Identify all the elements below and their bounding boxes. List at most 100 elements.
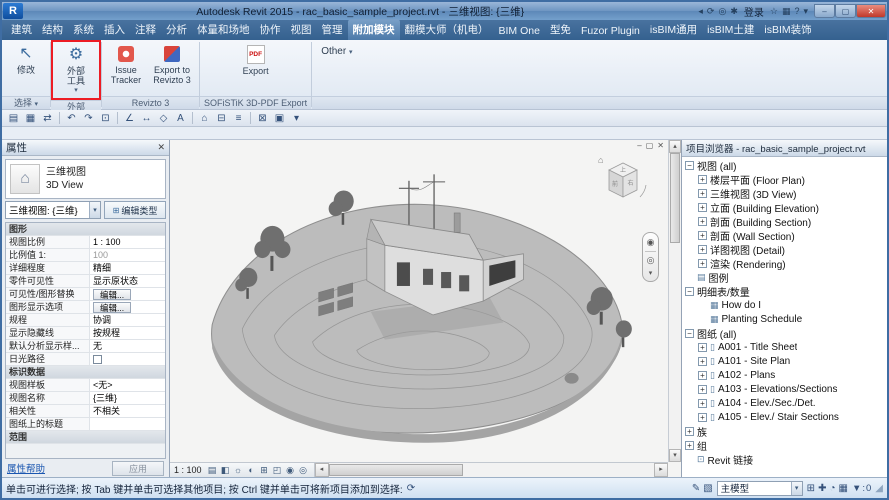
tree-item[interactable]: +▯A102 - Plans [682,368,887,382]
tree-item[interactable]: ▦Planting Schedule [682,312,887,326]
zoom-icon[interactable]: ◎ [647,255,655,266]
3d-model-scene[interactable] [170,140,668,462]
tree-item[interactable]: +剖面 (Wall Section) [682,228,887,242]
scroll-right-icon[interactable]: ▸ [654,463,668,477]
prop-section[interactable]: 图形 [6,223,165,236]
exchange-apps-icon[interactable]: ▦ [781,6,792,17]
drawing-area[interactable]: –▢✕ 上 前 右 ⌂ ◉ ◎ ▾ [170,140,681,477]
ribbon-tab-注释[interactable]: 注释 [130,19,161,40]
help-menu-icon[interactable]: ▾ [802,6,809,17]
tree-expand-icon[interactable]: + [698,175,707,184]
tree-item[interactable]: −图纸 (all) [682,326,887,340]
tree-expand-icon[interactable]: + [698,259,707,268]
pdf-export-button[interactable]: PDF Export [235,42,277,94]
tree-expand-icon[interactable]: + [698,371,707,380]
prop-section[interactable]: 标识数据 [6,366,165,379]
tree-item[interactable]: −视图 (all) [682,158,887,172]
tree-expand-icon[interactable]: + [698,217,707,226]
horizontal-scrollbar[interactable]: ◂ ▸ [315,463,668,477]
tree-collapse-icon[interactable]: − [685,329,694,338]
ribbon-tab-协作[interactable]: 协作 [255,19,286,40]
scroll-down-icon[interactable]: ▾ [669,449,681,462]
tree-item[interactable]: +立面 (Building Elevation) [682,200,887,214]
ribbon-tab-建筑[interactable]: 建筑 [6,19,37,40]
vertical-scrollbar[interactable]: ▴ ▾ [668,140,681,462]
tree-collapse-icon[interactable]: − [685,161,694,170]
visual-style-icon[interactable]: ◧ [219,465,232,476]
view-close-icon[interactable]: ✕ [657,141,664,150]
prop-value[interactable]: 100 [90,249,165,261]
minimize-button[interactable]: – [814,4,835,18]
tree-item[interactable]: ▤图例 [682,270,887,284]
prop-value[interactable]: 按规程 [90,327,165,339]
graphic-display-edit-button[interactable]: 编辑... [93,302,131,313]
properties-help-link[interactable]: 属性帮助 [7,461,45,475]
prop-value[interactable]: 不相关 [90,405,165,417]
sun-path-checkbox[interactable] [93,355,102,364]
tree-item[interactable]: +组 [682,438,887,452]
prop-value[interactable]: 无 [90,340,165,352]
ribbon-tab-isBIM装饰[interactable]: isBIM装饰 [759,19,816,40]
view-selector-combo[interactable]: 三维视图: {三维} ▾ [5,201,101,219]
tree-expand-icon[interactable]: + [698,399,707,408]
tree-item[interactable]: ▦How do I [682,298,887,312]
ribbon-tab-分析[interactable]: 分析 [161,19,192,40]
tree-expand-icon[interactable]: + [698,385,707,394]
workset-icon[interactable]: ▧ [703,483,712,494]
other-dropdown-button[interactable]: Other ▾ [315,42,358,57]
ribbon-tab-结构[interactable]: 结构 [37,19,68,40]
thin-lines-icon[interactable]: ≡ [231,113,246,124]
ribbon-tab-isBIM通用[interactable]: isBIM通用 [645,19,702,40]
ribbon-tab-型免[interactable]: 型免 [545,19,576,40]
vscroll-track[interactable] [669,243,681,449]
prop-value[interactable]: 1 : 100 [90,236,165,248]
issue-tracker-button[interactable]: Issue Tracker [105,42,147,94]
prop-value[interactable]: <无> [90,379,165,391]
aligned-dimension-icon[interactable]: ↔ [139,113,154,124]
press-drag-icon[interactable]: ✚ [818,483,826,494]
selection-filter[interactable]: ▼:0 [852,483,871,494]
tree-collapse-icon[interactable]: − [685,287,694,296]
ribbon-tab-插入[interactable]: 插入 [99,19,130,40]
ribbon-tab-isBIM土建[interactable]: isBIM土建 [702,19,759,40]
save-icon[interactable]: ▦ [23,113,38,124]
tree-expand-icon[interactable]: + [698,357,707,366]
prop-value[interactable] [90,418,165,430]
ribbon-tab-系统[interactable]: 系统 [68,19,99,40]
tree-item[interactable]: +楼层平面 (Floor Plan) [682,172,887,186]
favorites-icon[interactable]: ☆ [769,6,779,17]
tree-expand-icon[interactable]: + [685,441,694,450]
tree-item[interactable]: −明细表/数量 [682,284,887,298]
tree-expand-icon[interactable]: + [685,427,694,436]
ribbon-tab-附加模块[interactable]: 附加模块 [348,19,400,40]
measure-icon[interactable]: ∠ [122,113,137,124]
section-icon[interactable]: ⊟ [214,113,229,124]
export-to-revizto-button[interactable]: Export to Revizto 3 [148,42,196,94]
vscroll-thumb[interactable] [670,153,680,243]
prop-value[interactable]: 显示原状态 [90,275,165,287]
sun-path-icon[interactable]: ☼ [232,465,245,476]
scroll-up-icon[interactable]: ▴ [669,140,681,153]
visibility-graphics-edit-button[interactable]: 编辑... [93,289,131,300]
scroll-left-icon[interactable]: ◂ [315,463,329,477]
ribbon-tab-BIM One[interactable]: BIM One [494,22,545,40]
close-icon[interactable]: ✕ [157,142,165,153]
ribbon-tab-视图[interactable]: 视图 [286,19,317,40]
switch-windows-icon[interactable]: ▣ [272,113,287,124]
revit-application-menu-button[interactable]: R [3,3,23,19]
scale-control[interactable]: 1 : 100 [174,465,202,475]
tree-item[interactable]: +▯A104 - Elev./Sec./Det. [682,396,887,410]
modify-button[interactable]: ↖ 修改 [5,42,47,94]
maximize-button[interactable]: ▢ [835,4,856,18]
redo-icon[interactable]: ↷ [81,113,96,124]
switch-windows-dropdown-icon[interactable]: ▾ [289,113,304,124]
background-process-icon[interactable]: ▦ [839,483,848,494]
tree-item[interactable]: +详图视图 (Detail) [682,242,887,256]
view-minimize-icon[interactable]: – [637,141,641,150]
tree-item[interactable]: +▯A001 - Title Sheet [682,340,887,354]
tree-item[interactable]: +渲染 (Rendering) [682,256,887,270]
undo-icon[interactable]: ↶ [64,113,79,124]
tree-item[interactable]: +▯A101 - Site Plan [682,354,887,368]
tree-expand-icon[interactable]: + [698,189,707,198]
edit-type-button[interactable]: ⊞ 编辑类型 [104,201,166,219]
